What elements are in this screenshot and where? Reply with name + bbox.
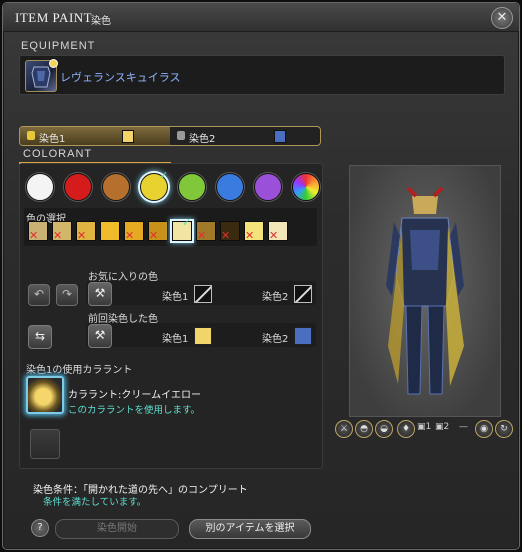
previous-dye1-slot[interactable]: [194, 327, 212, 345]
favorites-dye2-slot[interactable]: [294, 285, 312, 303]
colorant-header: COLORANT: [23, 148, 93, 160]
brush-icon[interactable]: ⚒: [88, 282, 112, 306]
dye1-swatch: [122, 130, 134, 143]
rotate-icon[interactable]: ↻: [495, 420, 513, 438]
unavailable-x-icon: ✕: [245, 229, 255, 242]
close-icon[interactable]: ✕: [491, 7, 513, 29]
color-category-green[interactable]: [178, 173, 206, 201]
color-category-blue[interactable]: [216, 173, 244, 201]
undo-icon[interactable]: ↶: [28, 284, 50, 306]
tab-dye1[interactable]: 染色1: [20, 127, 170, 145]
dye1-slot-icon: [27, 131, 35, 140]
armor-model-image: [386, 186, 464, 395]
selected-colorant-name: カララント:クリームイエロー: [68, 390, 201, 401]
head-icon[interactable]: ◓: [355, 420, 373, 438]
start-dye-button[interactable]: 染色開始: [55, 519, 179, 539]
unavailable-x-icon: ✕: [149, 229, 159, 242]
minus-icon[interactable]: —: [459, 422, 468, 432]
help-icon[interactable]: ?: [31, 519, 49, 537]
color-category-purple[interactable]: [254, 173, 282, 201]
tab-dye2[interactable]: 染色2: [170, 127, 320, 145]
brush-icon[interactable]: ⚒: [88, 324, 112, 348]
color-category-red[interactable]: [64, 173, 92, 201]
dye1-icon[interactable]: ▣1: [417, 422, 431, 432]
unavailable-x-icon: ✕: [53, 229, 63, 242]
window-title: ITEM PAINT: [15, 10, 93, 25]
colorant-panel: ✓ 色の選択 ✕ ✕ ✕ ✕ ✕ ✓ ✕ ✕ ✕ ✕ お気に入りの色 ↶ ↷ ⚒…: [19, 163, 323, 469]
tab-dye1-label: 染色1: [39, 134, 66, 145]
previous-dye2-slot[interactable]: [294, 327, 312, 345]
color-category-special[interactable]: [292, 173, 320, 201]
equipment-slot[interactable]: レヴェランスキュイラス: [19, 55, 505, 95]
favorites-dye1-label: 染色1: [162, 292, 189, 303]
hat-icon[interactable]: ◒: [375, 420, 393, 438]
dye2-icon[interactable]: ▣2: [435, 422, 449, 432]
weapon-icon[interactable]: ⚔: [335, 420, 353, 438]
usage-label: 染色1の使用カララント: [26, 365, 133, 376]
previous-dye2-label: 染色2: [262, 334, 289, 345]
shade-swatch[interactable]: [100, 221, 120, 241]
eye-icon[interactable]: ◉: [475, 420, 493, 438]
dye-condition-status: 条件を満たしています。: [43, 497, 147, 508]
equipment-header: EQUIPMENT: [21, 40, 96, 52]
cream-yellow-dye-icon[interactable]: [26, 376, 64, 414]
dye2-slot-icon: [177, 131, 185, 140]
armor-icon[interactable]: [25, 59, 58, 92]
unavailable-x-icon: ✕: [29, 229, 39, 242]
window-subtitle: 染色: [91, 16, 111, 27]
unavailable-x-icon: ✕: [125, 229, 135, 242]
tab-dye2-label: 染色2: [189, 134, 216, 145]
color-category-brown[interactable]: [102, 173, 130, 201]
selected-check-icon: ✓: [159, 169, 169, 182]
favorites-dye1-slot[interactable]: [194, 285, 212, 303]
unavailable-x-icon: ✕: [77, 229, 87, 242]
equipment-name[interactable]: レヴェランスキュイラス: [60, 69, 181, 85]
redo-icon[interactable]: ↷: [56, 284, 78, 306]
swap-icon[interactable]: ⇆: [28, 325, 52, 349]
selected-check-icon: ✓: [182, 216, 192, 229]
empty-colorant-slot[interactable]: [30, 429, 60, 459]
dye2-swatch: [274, 130, 286, 143]
selected-colorant-hint: このカララントを使用します。: [68, 405, 201, 416]
favorites-dye2-label: 染色2: [262, 292, 289, 303]
select-other-item-button[interactable]: 別のアイテムを選択: [189, 519, 311, 539]
title-bar[interactable]: ITEM PAINT 染色 ✕: [3, 3, 519, 32]
color-category-white[interactable]: [26, 173, 54, 201]
dye-visor-icon[interactable]: ♦: [397, 420, 415, 438]
unavailable-x-icon: ✕: [221, 229, 231, 242]
dye-slot-tabs: 染色1 染色2: [19, 126, 321, 146]
unavailable-x-icon: ✕: [197, 229, 207, 242]
previous-dye1-label: 染色1: [162, 334, 189, 345]
character-preview[interactable]: [349, 165, 501, 417]
item-paint-window: ITEM PAINT 染色 ✕ EQUIPMENT レヴェランスキュイラス 染色…: [2, 2, 520, 550]
unavailable-x-icon: ✕: [269, 229, 279, 242]
